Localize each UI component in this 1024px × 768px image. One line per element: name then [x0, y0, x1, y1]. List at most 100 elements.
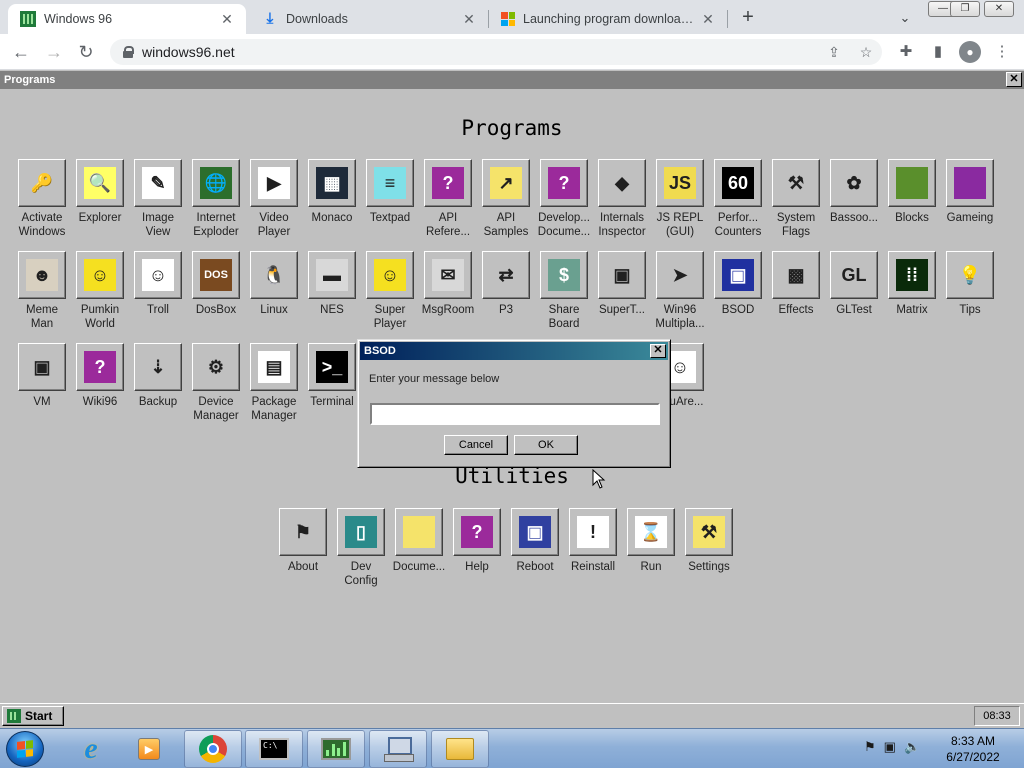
- extensions-puzzle-icon[interactable]: ✚: [895, 41, 917, 63]
- program-textpad[interactable]: ≡ Textpad: [361, 159, 419, 225]
- icon-tile: ▣: [714, 251, 762, 299]
- program-gameing[interactable]: Gameing: [941, 159, 999, 225]
- forward-arrow-icon[interactable]: →: [42, 40, 66, 64]
- program-dev-config[interactable]: ▯ Dev Config: [332, 508, 390, 588]
- program-help[interactable]: ? Help: [448, 508, 506, 574]
- device-manager-icon: ⚙: [200, 351, 232, 383]
- icon-label: Develop... Docume...: [537, 212, 591, 238]
- icon-label: SuperT...: [598, 304, 646, 316]
- close-tab-icon[interactable]: ✕: [460, 10, 478, 28]
- bsod-dialog-title: BSOD: [364, 345, 396, 357]
- program-reboot[interactable]: ▣ Reboot: [506, 508, 564, 574]
- program-reinstall[interactable]: ! Reinstall: [564, 508, 622, 574]
- program-run[interactable]: ⌛ Run: [622, 508, 680, 574]
- restore-window-button[interactable]: ❐: [950, 1, 980, 17]
- icon-label: Pumkin World: [80, 304, 120, 330]
- icon-tile: ☺: [76, 251, 124, 299]
- program-backup[interactable]: ⇣ Backup: [129, 343, 187, 409]
- close-window-button[interactable]: ✕: [984, 1, 1014, 17]
- icon-tile: ▶: [250, 159, 298, 207]
- volume-icon[interactable]: 🔈: [904, 739, 920, 755]
- share-icon[interactable]: ⇪: [822, 39, 846, 65]
- program-pumkin-world[interactable]: ☺ Pumkin World: [71, 251, 129, 331]
- icon-tile: ▦: [308, 159, 356, 207]
- bsod-message-input[interactable]: [370, 403, 660, 425]
- tab-launching-program[interactable]: Launching program download Vi ✕: [489, 4, 727, 34]
- program-win96-multipla[interactable]: ➤ Win96 Multipla...: [651, 251, 709, 331]
- program-internals-inspector[interactable]: ◆ Internals Inspector: [593, 159, 651, 239]
- action-center-flag-icon[interactable]: ⚑: [864, 739, 876, 755]
- program-about[interactable]: ⚑ About: [274, 508, 332, 574]
- task-manager-taskbar-button[interactable]: [307, 730, 365, 768]
- network-tray-icon[interactable]: ▣: [884, 739, 896, 755]
- media-player-taskbar-button[interactable]: ▶: [120, 730, 178, 768]
- new-tab-button[interactable]: +: [736, 6, 760, 30]
- reload-icon[interactable]: ↻: [74, 40, 98, 64]
- close-tab-icon[interactable]: ✕: [699, 10, 717, 28]
- program-device-manager[interactable]: ⚙ Device Manager: [187, 343, 245, 423]
- program-bsod[interactable]: ▣ BSOD: [709, 251, 767, 317]
- program-develop-docume[interactable]: ? Develop... Docume...: [535, 159, 593, 239]
- command-prompt-taskbar-button[interactable]: C:\: [245, 730, 303, 768]
- program-gltest[interactable]: GL GLTest: [825, 251, 883, 317]
- program-package-manager[interactable]: ▤ Package Manager: [245, 343, 303, 423]
- bookmark-star-icon[interactable]: ☆: [854, 39, 878, 65]
- microsoft-icon: [501, 12, 515, 26]
- win7-clock[interactable]: 8:33 AM 6/27/2022: [930, 733, 1016, 765]
- tab-downloads[interactable]: ⤓ Downloads ✕: [250, 4, 488, 34]
- program-api-samples[interactable]: ↗ API Samples: [477, 159, 535, 239]
- bsod-dialog-close-button[interactable]: ✕: [650, 344, 666, 358]
- bsod-dialog-titlebar: BSOD ✕: [360, 342, 668, 360]
- network-taskbar-button[interactable]: [369, 730, 427, 768]
- program-settings[interactable]: ⚒ Settings: [680, 508, 738, 574]
- programs-window-close-button[interactable]: ✕: [1006, 72, 1022, 87]
- program-internet-exploder[interactable]: 🌐 Internet Exploder: [187, 159, 245, 239]
- program-vm[interactable]: ▣ VM: [13, 343, 71, 409]
- program-api-refere[interactable]: ? API Refere...: [419, 159, 477, 239]
- program-blocks[interactable]: Blocks: [883, 159, 941, 225]
- program-matrix[interactable]: ⁞⁞ Matrix: [883, 251, 941, 317]
- program-linux[interactable]: 🐧 Linux: [245, 251, 303, 317]
- program-monaco[interactable]: ▦ Monaco: [303, 159, 361, 225]
- internet-explorer-taskbar-button[interactable]: e: [62, 730, 120, 768]
- program-bassoo[interactable]: ✿ Bassoo...: [825, 159, 883, 225]
- program-msgroom[interactable]: ✉ MsgRoom: [419, 251, 477, 317]
- explorer-taskbar-button[interactable]: [431, 730, 489, 768]
- program-super-player[interactable]: ☺ Super Player: [361, 251, 419, 331]
- program-system-flags[interactable]: ⚒ System Flags: [767, 159, 825, 239]
- tab-windows96[interactable]: Windows 96 ✕: [8, 4, 246, 34]
- close-tab-icon[interactable]: ✕: [218, 10, 236, 28]
- program-wiki96[interactable]: ? Wiki96: [71, 343, 129, 409]
- task-manager-icon: [321, 738, 351, 760]
- globe-icon: 🌐: [200, 167, 232, 199]
- program-js-repl-gui[interactable]: JS JS REPL (GUI): [651, 159, 709, 239]
- side-panel-icon[interactable]: ▮: [927, 41, 949, 63]
- program-meme-man[interactable]: ☻ Meme Man: [13, 251, 71, 331]
- program-perfor-counters[interactable]: 60 Perfor... Counters: [709, 159, 767, 239]
- program-supert[interactable]: ▣ SuperT...: [593, 251, 651, 317]
- tab-search-chevron-icon[interactable]: ⌄: [893, 7, 917, 29]
- program-activate-windows[interactable]: 🔑 Activate Windows: [13, 159, 71, 239]
- program-p3[interactable]: ⇄ P3: [477, 251, 535, 317]
- program-terminal[interactable]: >_ Terminal: [303, 343, 361, 409]
- win7-start-orb[interactable]: [6, 731, 44, 767]
- nes-console-icon: ▬: [316, 259, 348, 291]
- program-troll[interactable]: ☺ Troll: [129, 251, 187, 317]
- program-video-player[interactable]: ▶ Video Player: [245, 159, 303, 239]
- start-button[interactable]: Start: [2, 706, 64, 726]
- back-arrow-icon[interactable]: ←: [9, 40, 33, 64]
- chrome-taskbar-button[interactable]: [184, 730, 242, 768]
- program-tips[interactable]: 💡 Tips: [941, 251, 999, 317]
- program-explorer[interactable]: 🔍 Explorer: [71, 159, 129, 225]
- more-menu-icon[interactable]: ⋮: [991, 41, 1013, 63]
- address-bar[interactable]: windows96.net ⇪ ☆: [110, 39, 882, 65]
- cancel-button[interactable]: Cancel: [444, 435, 508, 455]
- program-nes[interactable]: ▬ NES: [303, 251, 361, 317]
- program-dosbox[interactable]: DOS DosBox: [187, 251, 245, 317]
- program-docume[interactable]: Docume...: [390, 508, 448, 574]
- ok-button[interactable]: OK: [514, 435, 578, 455]
- program-share-board[interactable]: $ Share Board: [535, 251, 593, 331]
- profile-avatar-icon[interactable]: ●: [959, 41, 981, 63]
- program-image-view[interactable]: ✎ Image View: [129, 159, 187, 239]
- program-effects[interactable]: ▩ Effects: [767, 251, 825, 317]
